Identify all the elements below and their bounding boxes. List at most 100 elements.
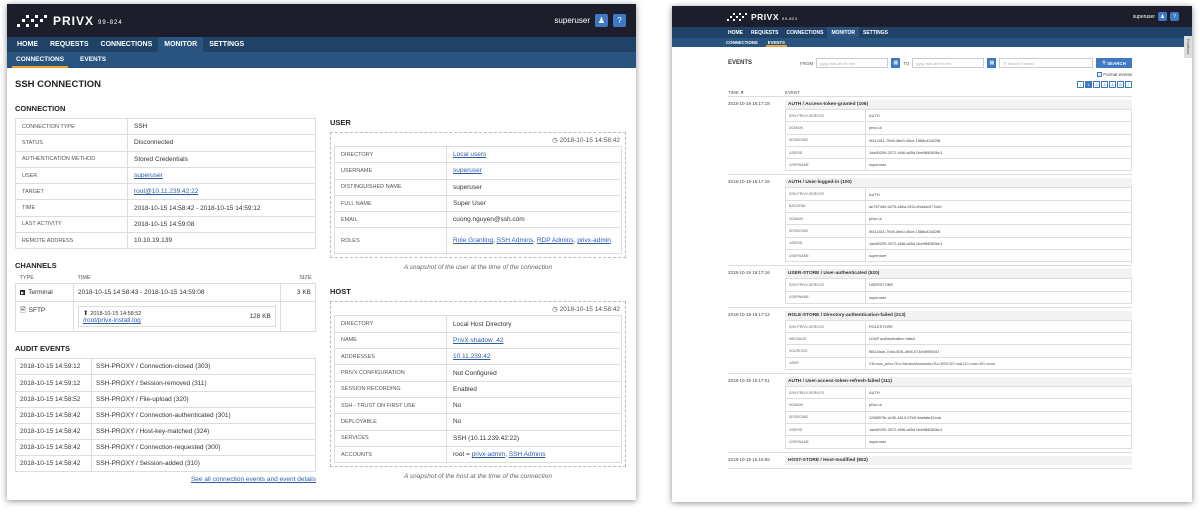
host-timestamp: ◷ 2018-10-15 14:58:42: [552, 306, 620, 314]
account-link[interactable]: SSH Admins: [509, 451, 546, 458]
from-date-input[interactable]: yyyy-mm-dd hh:mm: [816, 58, 889, 68]
search-icon: ⚲: [1003, 61, 1007, 66]
checkbox-icon[interactable]: ✓: [1096, 72, 1102, 77]
audit-event-row[interactable]: 2018-10-15 14:58:52 SSH-PROXY / File-uplo…: [15, 390, 316, 408]
user-snapshot-box: ◷ 2018-10-15 14:58:42 DIRECTORY Local use…: [330, 132, 626, 259]
role-link[interactable]: RDP Admins: [537, 237, 574, 244]
connection-table: CONNECTION TYPE SSH STATUS Disconnected AUTH…: [15, 117, 316, 250]
event-detail-value: AUTH: [865, 187, 1132, 201]
event-detail-key: DOMAIN: [785, 121, 866, 135]
detail-row: DIRECTORY Local users: [334, 145, 622, 164]
calendar-icon[interactable]: ▦: [987, 58, 997, 68]
detail-link[interactable]: 10.11.239.42: [453, 353, 490, 360]
nav-monitor[interactable]: MONITOR: [158, 37, 204, 52]
event-body: AUTH / User-access-token-refresh-failed …: [785, 377, 1132, 449]
detail-row: LAST ACTIVITY 2018-10-15 14:59:08: [15, 215, 316, 234]
col-time[interactable]: TIME ▼: [728, 90, 785, 95]
search-input[interactable]: ⚲ Search Events: [999, 58, 1094, 68]
search-button[interactable]: ⚲ SEARCH: [1096, 58, 1132, 68]
nav-settings[interactable]: SETTINGS: [203, 37, 250, 52]
help-icon[interactable]: ?: [613, 14, 626, 27]
see-all-events-link[interactable]: See all connection events and event deta…: [191, 476, 316, 483]
event-row[interactable]: 2018-10-19 16:16:55 HOST-STORE / Host-mod…: [728, 453, 1132, 469]
calendar-icon[interactable]: ▦: [891, 58, 901, 68]
detail-link[interactable]: superuser: [134, 172, 163, 179]
search-icon: ⚲: [1102, 60, 1106, 65]
page-button[interactable]: ›: [1125, 81, 1132, 88]
subnav-connections[interactable]: CONNECTIONS: [724, 38, 760, 47]
audit-event-row[interactable]: 2018-10-15 14:58:42 SSH-PROXY / Host-key-…: [15, 422, 316, 440]
event-row[interactable]: 2018-10-19 16:17:01 AUTH / User-access-to…: [728, 374, 1132, 453]
nav-monitor[interactable]: MONITOR: [827, 27, 859, 38]
event-detail-row: SSH-PRIVX-SERVICE AUTH: [785, 108, 1132, 123]
event-detail-row: USERID 1da90209-2072-4f46-a65d-0be9880836…: [785, 422, 1132, 437]
page-button[interactable]: 3: [1101, 81, 1108, 88]
detail-text: cuong.nguyen@ssh.com: [453, 216, 525, 224]
detail-link[interactable]: root@10.11.239.42:22: [134, 188, 198, 195]
nav-home[interactable]: HOME: [724, 27, 747, 38]
event-row[interactable]: 2018-10-19 16:17:18 AUTH / Access-token-g…: [728, 97, 1132, 176]
subnav-events[interactable]: EVENTS: [765, 38, 787, 47]
detail-value: cuong.nguyen@ssh.com: [446, 211, 622, 229]
event-detail-key: SESSIONID: [785, 224, 866, 238]
page-button[interactable]: 2: [1093, 81, 1100, 88]
detail-value: Local users: [446, 145, 622, 164]
format-events-toggle[interactable]: ✓ Format events: [728, 72, 1132, 77]
nav-requests[interactable]: REQUESTS: [747, 27, 783, 38]
event-row[interactable]: 2018-10-19 16:17:16 AUTH / User-logged-in…: [728, 175, 1132, 267]
detail-key: FULL NAME: [334, 194, 447, 213]
detail-key: DIRECTORY: [334, 315, 447, 333]
role-link[interactable]: SSH Admins: [497, 237, 534, 244]
event-detail-key: USERID: [785, 145, 866, 160]
page-button[interactable]: 5: [1117, 81, 1124, 88]
detail-row: SESSION RECORDING Enabled: [334, 380, 622, 398]
role-link[interactable]: Role Granting: [453, 237, 493, 244]
nav-requests[interactable]: REQUESTS: [44, 37, 95, 52]
nav-home[interactable]: HOME: [11, 37, 44, 52]
nav-settings[interactable]: SETTINGS: [859, 27, 892, 38]
audit-event-row[interactable]: 2018-10-15 14:58:42 SSH-PROXY / Connectio…: [15, 438, 316, 456]
username[interactable]: superuser: [1133, 14, 1155, 20]
to-date-input[interactable]: yyyy-mm-dd hh:mm: [912, 58, 985, 68]
user-icon[interactable]: ♟: [1158, 12, 1167, 21]
detail-link[interactable]: Local users: [453, 151, 486, 158]
detail-link[interactable]: superuser: [453, 167, 482, 174]
page-button[interactable]: ‹: [1077, 81, 1084, 88]
audit-event: SSH-PROXY / File-upload (320): [91, 390, 316, 408]
help-icon[interactable]: ?: [1170, 12, 1179, 21]
nav-connections[interactable]: CONNECTIONS: [783, 27, 828, 38]
event-detail-row: SESSIONID 1288f07fb-cb30-4813-97b9-9aefaf…: [785, 410, 1132, 424]
audit-time: 2018-10-15 14:59:12: [15, 358, 92, 376]
page-button[interactable]: 1: [1085, 81, 1092, 88]
audit-event-row[interactable]: 2018-10-15 14:58:42 SSH-PROXY / Session-a…: [15, 454, 316, 473]
event-row[interactable]: 2018-10-19 16:17:16 USER-STORE / User-aut…: [728, 266, 1132, 308]
event-row[interactable]: 2018-10-19 16:17:12 ROLE-STORE / Director…: [728, 308, 1132, 375]
event-detail-row: DOMAIN privx-ui: [785, 121, 1132, 135]
username[interactable]: superuser: [554, 16, 590, 25]
detail-key: TIME: [15, 199, 128, 217]
audit-event-row[interactable]: 2018-10-15 14:59:12 SSH-PROXY / Connectio…: [15, 358, 316, 376]
detail-link[interactable]: PrivX shadow_42: [453, 337, 504, 344]
nav-connections[interactable]: CONNECTIONS: [95, 37, 159, 52]
detail-value: root@10.11.239.42:22: [127, 183, 316, 201]
audit-event-row[interactable]: 2018-10-15 14:59:12 SSH-PROXY / Session-r…: [15, 374, 316, 392]
sftp-file-link[interactable]: /root/privx-install.log: [83, 317, 141, 324]
user-snapshot-note: A snapshot of the user at the time of th…: [403, 264, 553, 272]
privx-logo[interactable]: PRIVX 99-824: [727, 12, 797, 22]
event-detail-value: AUTH: [865, 108, 1132, 123]
audit-event: SSH-PROXY / Connection-authenticated (30…: [91, 406, 316, 424]
privx-logo[interactable]: PRIVX 99-824: [17, 14, 123, 28]
detail-row: ADDRESSES 10.11.239.42: [334, 348, 622, 366]
user-icon[interactable]: ♟: [595, 14, 608, 27]
subnav-events[interactable]: EVENTS: [76, 52, 110, 68]
channel-row: 🗎 SFTP ⬆ 2018-10-15 14:58:52/root/privx-i…: [15, 301, 317, 333]
page-button[interactable]: 4: [1109, 81, 1116, 88]
detail-key: SERVICES: [334, 429, 447, 447]
account-link[interactable]: privx-admin: [472, 451, 506, 458]
event-detail-value: 1288f07fb-cb30-4813-97b9-9aefafe42cda: [865, 410, 1132, 424]
subnav-connections[interactable]: CONNECTIONS: [12, 52, 69, 68]
audit-heading: AUDIT EVENTS: [15, 344, 71, 354]
audit-event-row[interactable]: 2018-10-15 14:58:42 SSH-PROXY / Connectio…: [15, 406, 316, 424]
role-link[interactable]: privx-admin: [577, 237, 611, 244]
feedback-tab[interactable]: Feedback: [1184, 36, 1192, 58]
